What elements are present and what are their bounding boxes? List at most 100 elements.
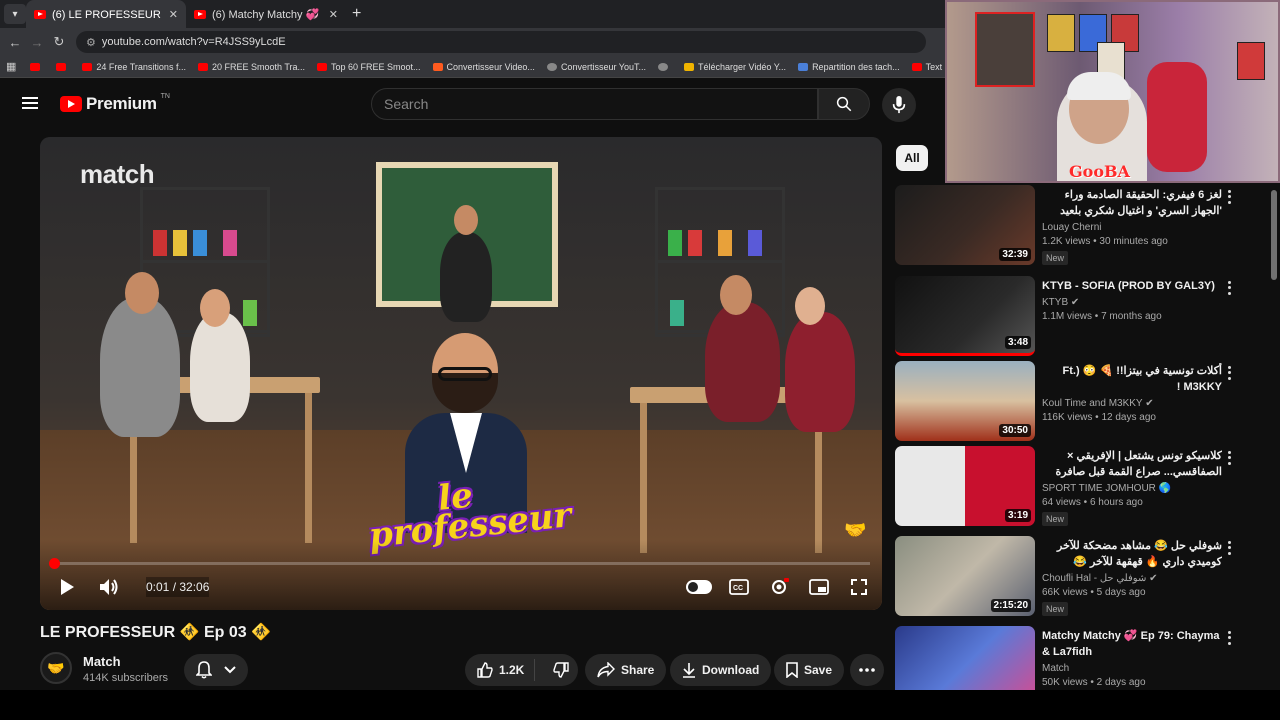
recommendation-channel[interactable]: Louay Cherni <box>1042 222 1222 233</box>
download-icon <box>683 663 695 678</box>
recommendation-title[interactable]: Matchy Matchy 💞 Ep 79: Chayma & La7fidh <box>1042 628 1222 660</box>
browser-tab[interactable]: (6) Matchy Matchy 💞 Ep 79: C ✕ <box>186 0 346 28</box>
recommendation-channel[interactable]: SPORT TIME JOMHOUR 🌎 <box>1042 483 1222 494</box>
thumbs-down-icon <box>553 662 570 678</box>
search-button[interactable] <box>818 88 870 120</box>
close-icon[interactable]: ✕ <box>329 8 338 21</box>
close-icon[interactable]: ✕ <box>169 8 178 21</box>
captions-button[interactable]: CC <box>724 572 754 602</box>
taskbar-strip <box>0 690 1280 720</box>
more-vertical-icon[interactable] <box>1223 540 1235 556</box>
recommendation-title[interactable]: لغز 6 فيفري: الحقيقة الصادمة وراء 'الجها… <box>1042 187 1222 219</box>
progress-scrubber[interactable] <box>49 558 60 569</box>
duration-badge: 30:50 <box>999 424 1031 437</box>
recommendation-title[interactable]: KTYB - SOFIA (PROD BY GAL3Y) <box>1042 278 1222 294</box>
streamer-name: GooBA <box>1069 162 1130 181</box>
bookmark[interactable]: 20 FREE Smooth Tra... <box>194 62 309 72</box>
video-thumbnail[interactable]: 32:39 <box>895 185 1035 265</box>
more-vertical-icon[interactable] <box>1223 365 1235 381</box>
apps-icon[interactable]: ▦ <box>6 60 16 73</box>
bookmark[interactable] <box>52 62 74 71</box>
new-tab-button[interactable]: + <box>352 5 361 23</box>
recommendation-channel[interactable]: Match <box>1042 663 1222 674</box>
dislike-button[interactable] <box>541 662 581 678</box>
more-vertical-icon[interactable] <box>1223 189 1235 205</box>
recommendation-info: KTYB - SOFIA (PROD BY GAL3Y) KTYB ✔ 1.1M… <box>1042 278 1222 322</box>
toggle-icon <box>686 580 712 594</box>
recommendation-channel[interactable]: KTYB ✔ <box>1042 297 1222 308</box>
avatar[interactable]: 🤝 <box>40 652 72 684</box>
more-vertical-icon[interactable] <box>1223 280 1235 296</box>
save-button[interactable]: Save <box>774 654 845 686</box>
back-icon[interactable]: ← <box>4 35 26 50</box>
player-controls: 0:01 / 32:06 CC <box>40 572 882 602</box>
miniplayer-button[interactable] <box>804 572 834 602</box>
voice-search-button[interactable] <box>882 88 916 122</box>
recommendation-item[interactable]: 2:15:20 شوفلي حل 😂 مشاهد مضحكة للآخر كوم… <box>895 536 1265 620</box>
site-info-icon[interactable]: ⚙ <box>86 36 96 49</box>
reload-icon[interactable]: ↻ <box>48 34 70 50</box>
subscription-bell-button[interactable] <box>184 654 248 686</box>
recommendation-item[interactable]: 30:50 أكلات تونسية في بيتزا!! 🍕 😳 (Ft. M… <box>895 361 1265 445</box>
more-vertical-icon[interactable] <box>1223 450 1235 466</box>
captions-icon: CC <box>729 579 749 595</box>
progress-bar[interactable] <box>49 558 870 569</box>
sidebar-scrollbar[interactable] <box>1271 190 1277 280</box>
address-bar[interactable]: ⚙ youtube.com/watch?v=R4JSS9yLcdE <box>76 31 926 53</box>
recommendation-title[interactable]: شوفلي حل 😂 مشاهد مضحكة للآخر كوميدي داري… <box>1042 538 1222 570</box>
recommendation-meta: 1.2K views • 30 minutes ago <box>1042 236 1168 247</box>
recommendation-item[interactable]: 3:19 كلاسيكو تونس يشتعل | الإفريقي × الص… <box>895 446 1265 530</box>
recommendation-channel[interactable]: Koul Time and M3KKY ✔ <box>1042 398 1222 409</box>
youtube-icon <box>56 62 67 71</box>
video-thumbnail[interactable]: 30:50 <box>895 361 1035 441</box>
video-thumbnail[interactable]: 3:48 <box>895 276 1035 356</box>
bookmark[interactable]: Télécharger Vidéo Y... <box>680 62 790 72</box>
video-player[interactable]: match le professeur 🤝 0:01 / 32:06 CC <box>40 137 882 610</box>
recommendation-item[interactable]: 32:39 لغز 6 فيفري: الحقيقة الصادمة وراء … <box>895 185 1265 269</box>
duration-badge: 3:19 <box>1004 509 1031 522</box>
bookmark[interactable]: Repartition des tach... <box>794 62 904 72</box>
bookmark[interactable]: Convertisseur Video... <box>429 62 539 72</box>
new-badge: New <box>1042 251 1069 265</box>
verified-icon: ✔ <box>1070 297 1080 308</box>
youtube-logo[interactable]: Premium TN <box>60 92 170 114</box>
recommendation-meta: 66K views • 5 days ago <box>1042 587 1146 598</box>
settings-button[interactable] <box>764 572 794 602</box>
bookmark[interactable]: Top 60 FREE Smoot... <box>313 62 425 72</box>
bookmark[interactable]: Convertisseur YouT... <box>543 62 650 72</box>
browser-tab-active[interactable]: (6) LE PROFESSEUR 🚸 Ep 03 🚸 ✕ <box>26 0 186 28</box>
bookmark[interactable] <box>26 62 48 71</box>
bell-icon <box>196 661 212 679</box>
download-button[interactable]: Download <box>670 654 772 686</box>
play-button[interactable] <box>54 572 80 602</box>
like-button[interactable]: 1.2K <box>465 659 536 681</box>
recommendation-title[interactable]: كلاسيكو تونس يشتعل | الإفريقي × الصفاقسي… <box>1042 448 1222 480</box>
channel-name[interactable]: Match <box>83 654 121 669</box>
video-thumbnail[interactable]: 3:19 <box>895 446 1035 526</box>
tab-search-button[interactable]: ▾ <box>4 4 26 24</box>
duration-badge: 2:15:20 <box>990 599 1031 612</box>
bookmark[interactable]: 24 Free Transitions f... <box>78 62 190 72</box>
download-label: Download <box>702 663 760 677</box>
volume-button[interactable] <box>96 572 122 602</box>
bookmark[interactable] <box>654 62 676 71</box>
more-vertical-icon[interactable] <box>1223 630 1235 646</box>
chip-all[interactable]: All <box>896 145 928 171</box>
recommendation-title[interactable]: أكلات تونسية في بيتزا!! 🍕 😳 (Ft. M3KKY ! <box>1042 363 1222 395</box>
forward-icon[interactable]: → <box>26 35 48 50</box>
generic-icon <box>546 62 557 71</box>
logo-country: TN <box>160 92 170 100</box>
search-icon <box>836 96 852 112</box>
menu-icon[interactable] <box>22 97 38 109</box>
search-input[interactable]: Search <box>371 88 818 120</box>
streamer-cap <box>1067 72 1131 100</box>
video-thumbnail[interactable]: 2:15:20 <box>895 536 1035 616</box>
gaming-chair <box>1147 62 1207 172</box>
new-badge: New <box>1042 602 1069 616</box>
fullscreen-button[interactable] <box>844 572 874 602</box>
more-actions-button[interactable] <box>850 654 884 686</box>
autoplay-toggle[interactable] <box>684 572 714 602</box>
recommendation-channel[interactable]: Choufli Hal - شوفلي حل ✔ <box>1042 573 1222 584</box>
share-button[interactable]: Share <box>585 654 667 686</box>
recommendation-item[interactable]: 3:48 KTYB - SOFIA (PROD BY GAL3Y) KTYB ✔… <box>895 276 1265 360</box>
